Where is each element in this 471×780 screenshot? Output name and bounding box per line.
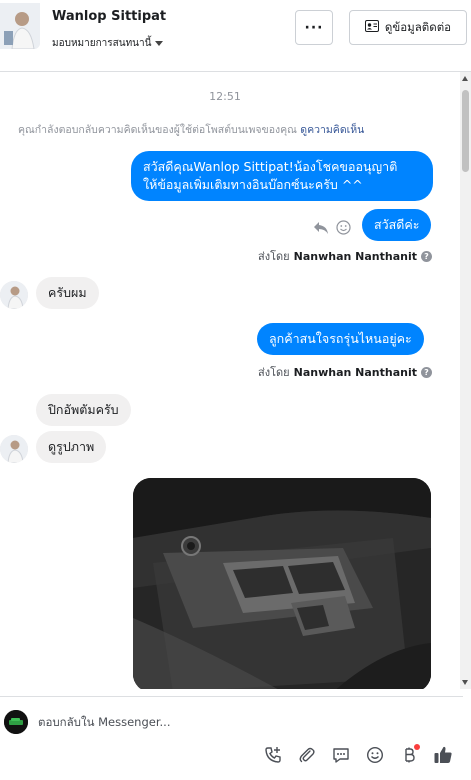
info-icon[interactable]: ? <box>421 250 432 262</box>
notice-text: คุณกำลังตอบกลับความคิดเห็นของผู้ใช้ต่อโพ… <box>18 124 297 136</box>
chevron-down-icon <box>155 41 164 46</box>
message-timestamp: 12:51 <box>209 90 241 103</box>
scrollbar-thumb[interactable] <box>462 90 469 172</box>
react-emoji-icon[interactable] <box>336 220 351 239</box>
message-text: ให้ข้อมูลเพิ่มเติมทางอินบ๊อกซ์นะครับ ^^ <box>143 177 363 192</box>
sent-by-label: ส่งโดย Nanwhan Nanthanit ? <box>258 363 432 381</box>
add-call-icon[interactable] <box>261 743 285 767</box>
message-text: ดูรูปภาพ <box>48 439 95 454</box>
reply-icon[interactable] <box>313 220 329 239</box>
baht-payment-icon[interactable] <box>397 743 421 767</box>
message-text: สวัสดีคุณWanlop Sittipat!น้องโชคขออนุญาต… <box>143 159 398 174</box>
assign-label: มอบหมายการสนทนานี้ <box>52 38 152 49</box>
message-text: สวัสดีค่ะ <box>374 217 420 232</box>
view-contact-label: ดูข้อมูลติดต่อ <box>384 19 452 34</box>
thread-scrollbar[interactable] <box>460 72 471 689</box>
composer-toolbar <box>261 743 455 767</box>
message-thread[interactable]: 12:51 คุณกำลังตอบกลับความคิดเห็นของผู้ใช… <box>0 72 460 689</box>
message-bubble-outgoing[interactable]: ลูกค้าสนใจรถรุ่นไหนอยู่คะ <box>257 323 424 355</box>
message-bubble-incoming[interactable]: ดูรูปภาพ <box>36 431 107 463</box>
avatar <box>0 281 28 309</box>
emoji-icon[interactable] <box>363 743 387 767</box>
more-options-button[interactable]: ··· <box>295 10 333 45</box>
info-icon[interactable]: ? <box>421 366 432 378</box>
view-comment-link[interactable]: ดูความคิดเห็น <box>300 124 364 136</box>
saved-reply-icon[interactable] <box>329 743 353 767</box>
message-bubble-incoming[interactable]: ปิกอัพตัมครับ <box>36 394 131 426</box>
message-text: ปิกอัพตัมครับ <box>48 402 119 417</box>
message-bubble-incoming[interactable]: ครับผม <box>36 277 99 309</box>
conversation-header: Wanlop Sittipat มอบหมายการสนทนานี้ ··· ด… <box>0 0 471 72</box>
like-icon[interactable] <box>431 743 455 767</box>
photo-attachment[interactable] <box>133 478 431 689</box>
contact-card-icon <box>364 20 379 35</box>
notification-dot <box>414 744 420 750</box>
contact-name[interactable]: Wanlop Sittipat <box>52 9 166 24</box>
avatar <box>0 435 28 463</box>
sent-by-name: Nanwhan Nanthanit <box>293 249 417 263</box>
sent-by-prefix: ส่งโดย <box>258 250 290 263</box>
page-avatar <box>4 710 28 734</box>
comment-reply-notice: คุณกำลังตอบกลับความคิดเห็นของผู้ใช้ต่อโพ… <box>18 121 364 138</box>
attachment-icon[interactable] <box>295 743 319 767</box>
sent-by-prefix: ส่งโดย <box>258 366 290 379</box>
scroll-down-icon[interactable] <box>462 680 468 685</box>
message-bubble-outgoing[interactable]: สวัสดีค่ะ <box>362 209 432 241</box>
contact-avatar[interactable] <box>0 3 40 49</box>
message-text: ลูกค้าสนใจรถรุ่นไหนอยู่คะ <box>269 331 412 346</box>
message-actions <box>313 220 353 236</box>
sent-by-name: Nanwhan Nanthanit <box>293 365 417 379</box>
message-text: ครับผม <box>48 285 87 300</box>
message-bubble-outgoing[interactable]: สวัสดีคุณWanlop Sittipat!น้องโชคขออนุญาต… <box>131 151 433 201</box>
sent-by-label: ส่งโดย Nanwhan Nanthanit ? <box>258 247 432 265</box>
scroll-up-icon[interactable] <box>462 76 468 81</box>
reply-composer <box>0 696 463 780</box>
reply-input[interactable] <box>38 709 438 735</box>
assign-conversation-dropdown[interactable]: มอบหมายการสนทนานี้ <box>52 36 164 51</box>
more-icon: ··· <box>304 19 324 36</box>
view-contact-button[interactable]: ดูข้อมูลติดต่อ <box>349 10 467 45</box>
